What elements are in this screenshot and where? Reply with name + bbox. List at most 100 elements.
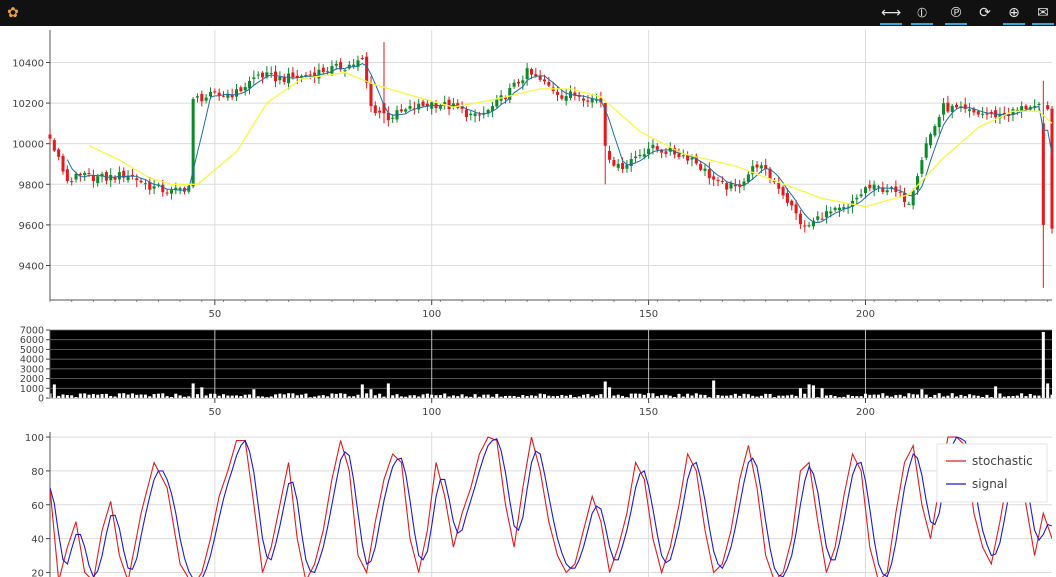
stochastic-y-tick-label: 60 [31,501,44,512]
wheel-zoom-icon[interactable]: ℗ [943,0,969,26]
candle-body [898,191,902,193]
candle-body [464,109,468,118]
volume-bar [1002,396,1006,398]
candle-body [733,184,737,187]
candle-body [911,190,915,206]
volume-bar [265,397,269,398]
candle-body [829,211,833,214]
candle-body [1037,104,1041,106]
candle-body [161,184,165,193]
candle-body [582,98,586,101]
volume-y-tick-label: 0 [38,394,44,405]
price-x-tick-label: 200 [856,309,875,320]
candle-body [868,184,872,189]
volume-bar [456,396,460,398]
volume-bar [126,394,130,398]
volume-bar [781,395,785,398]
volume-bar [655,396,659,398]
volume-bar [61,394,65,398]
candle-body [655,146,659,150]
volume-x-tick-label: 150 [639,407,658,418]
volume-bar [1037,395,1041,398]
candle-body [291,72,295,78]
volume-bar [87,394,91,398]
volume-bar [169,397,173,398]
price-y-tick-label: 10200 [12,99,44,110]
volume-bar [911,394,915,398]
box-zoom-icon[interactable]: ⦶ [909,0,935,26]
candle-body [252,77,256,79]
stochastic-y-tick-label: 40 [31,535,44,546]
volume-x-tick-label: 50 [208,407,221,418]
volume-bar [490,396,494,398]
volume-bar [521,394,525,398]
volume-bar [352,396,356,398]
volume-chart[interactable]: 01000200030004000500060007000 50 100 150 200 [20,326,1054,419]
candle-body [52,140,56,151]
candle-body [391,117,395,119]
volume-bar [681,396,685,398]
pan-icon[interactable]: ⟷ [878,0,904,26]
candle-body [1046,105,1050,110]
volume-bar [1020,393,1024,398]
candle-body [677,153,681,158]
hover-icon[interactable]: ✉ [1030,0,1056,26]
candle-body [976,111,980,115]
volume-bar [785,395,789,398]
volume-bar [816,397,820,398]
volume-bar [937,393,941,398]
volume-bar [248,394,252,398]
candle-body [495,98,499,107]
volume-bar [512,396,516,398]
volume-bar [495,393,499,398]
volume-bar [52,384,56,398]
candle-body [968,109,972,111]
volume-bar [829,395,833,398]
candle-body [560,95,564,99]
volume-bar [200,387,204,398]
price-chart[interactable]: 9400 9600 9800 10000 10200 10400 50 100 150 200 [12,30,1054,320]
candle-body [48,134,52,139]
volume-bar [621,395,625,398]
bokeh-logo-icon[interactable]: ✿ [0,0,26,26]
candle-body [707,169,711,179]
volume-bar [542,394,547,398]
volume-bar [404,396,408,398]
volume-bar [96,394,100,398]
volume-bar [863,393,867,398]
candle-body [87,172,91,174]
candle-body [269,73,273,75]
reset-icon[interactable]: ⟳ [972,0,998,26]
volume-bar [586,394,590,398]
candle-body [143,183,147,185]
volume-bar [287,393,291,398]
volume-bar [438,394,442,398]
volume-bar [924,394,928,398]
candle-body [360,58,364,60]
price-y-tick-label: 9600 [19,221,44,232]
volume-bar [139,394,143,398]
volume-bar [833,396,837,398]
volume-bar [399,396,403,398]
candle-body [720,181,724,183]
candle-body [213,91,217,93]
candle-body [208,92,213,97]
candle-body [74,173,78,180]
volume-bar [968,394,972,398]
volume-bar [612,395,616,398]
volume-bar [143,394,147,398]
candle-body [955,104,959,108]
volume-bar [1041,331,1045,398]
volume-bar [508,395,512,398]
crosshair-icon[interactable]: ⊕ [1001,0,1027,26]
candle-body [712,176,716,180]
volume-bar [378,393,382,398]
volume-bar [981,396,985,398]
candle-body [777,182,781,189]
candle-body [634,156,638,159]
candle-body [57,149,61,157]
stochastic-chart[interactable]: 20 40 60 80 100 stochastic signal [25,432,1052,577]
volume-bar [547,395,551,398]
hover-icon-active-indicator [1032,23,1054,25]
volume-bar [148,396,152,398]
